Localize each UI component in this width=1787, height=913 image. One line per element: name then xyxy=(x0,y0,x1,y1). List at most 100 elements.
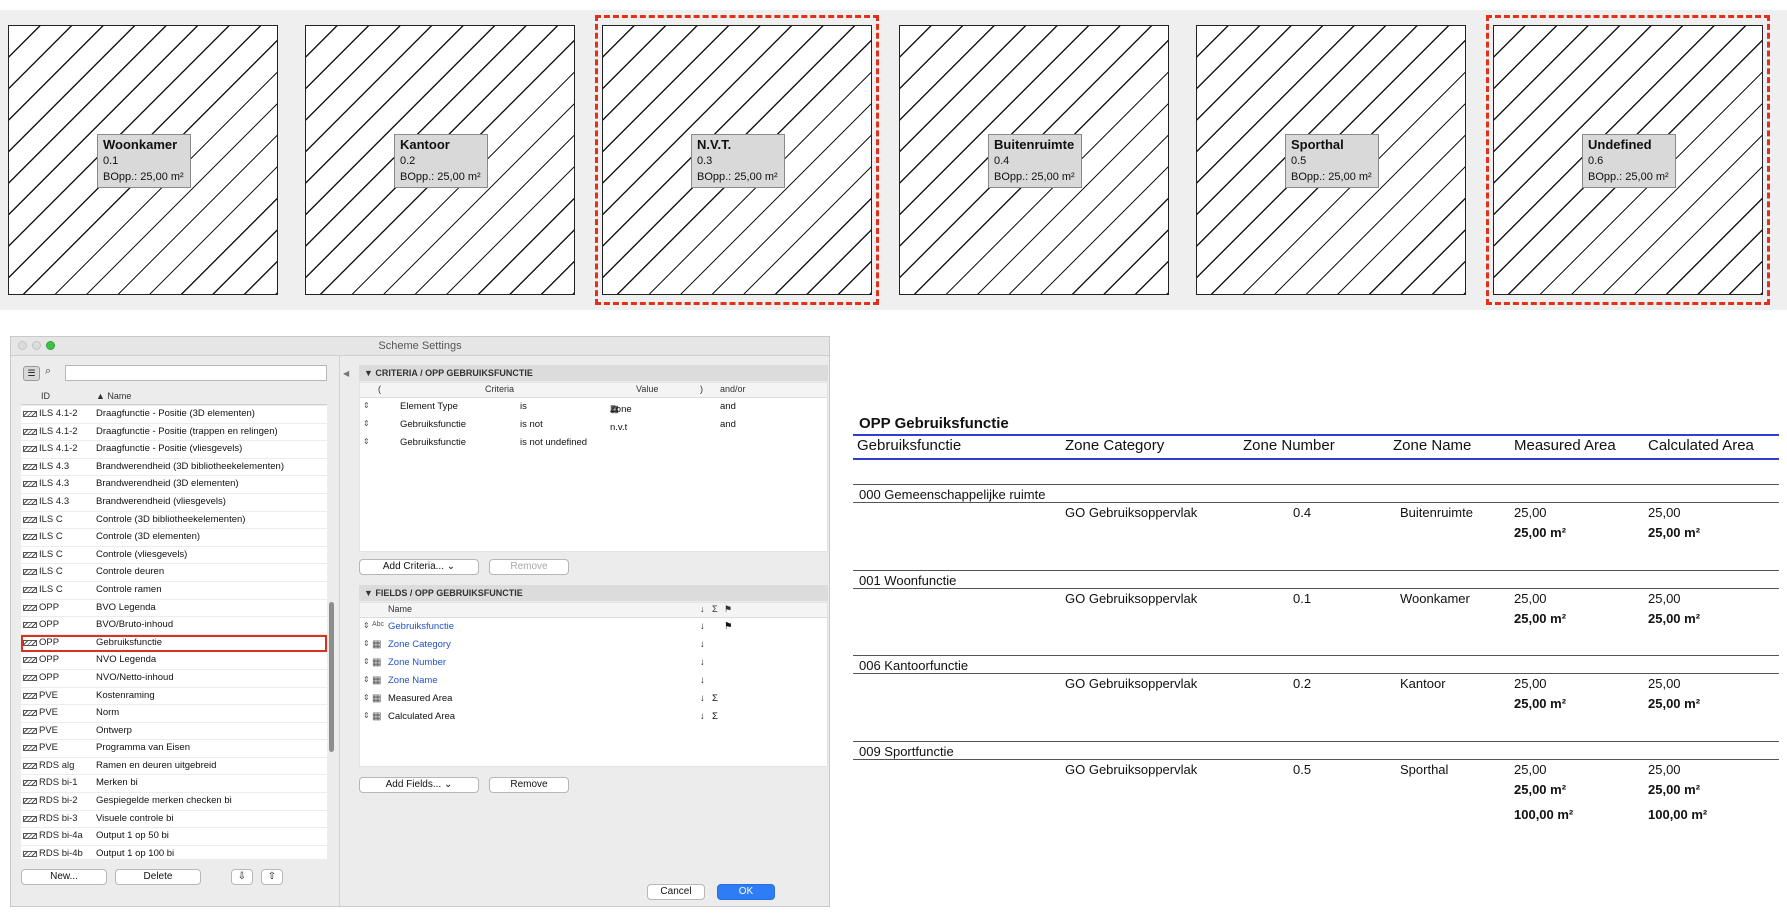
scheme-list-item[interactable]: ILS C Controle (3D elementen) xyxy=(21,529,327,547)
field-name[interactable]: Gebruiksfunctie xyxy=(388,621,454,632)
sum-icon[interactable]: Σ xyxy=(712,711,718,722)
zone-stamp[interactable]: Undefined 0.6 BOpp.: 25,00 m² xyxy=(1582,134,1676,188)
scheme-list-item[interactable]: RDS bi-2 Gespiegelde merken checken bi xyxy=(21,793,327,811)
scheme-list-item[interactable]: PVE Kostenraming xyxy=(21,688,327,706)
scheme-list-item[interactable]: ILS 4.1-2 Draagfunctie - Positie (3D elem… xyxy=(21,406,327,424)
sort-icon[interactable]: ↓ xyxy=(700,675,705,686)
flag-icon[interactable]: ⚑ xyxy=(724,621,733,632)
field-name[interactable]: Zone Category xyxy=(388,639,451,650)
cancel-button[interactable]: Cancel xyxy=(647,884,705,900)
zone-stamp[interactable]: Sporthal 0.5 BOpp.: 25,00 m² xyxy=(1285,134,1379,188)
measured-subtotal-cell: 25,00 m² xyxy=(1514,696,1567,711)
field-name[interactable]: Calculated Area xyxy=(388,711,455,722)
column-header-id[interactable]: ID xyxy=(41,391,50,401)
zone-2[interactable]: Kantoor 0.2 BOpp.: 25,00 m² xyxy=(305,25,575,295)
scheme-list-item[interactable]: RDS alg Ramen en deuren uitgebreid xyxy=(21,758,327,776)
criteria-andor[interactable]: and xyxy=(720,401,736,412)
add-criteria-button[interactable]: Add Criteria... ⌄ xyxy=(359,559,479,575)
column-header-name[interactable]: ▲ Name xyxy=(96,391,131,401)
reorder-handle-icon[interactable]: ⇕ xyxy=(363,693,370,702)
field-row[interactable]: ⇕ ▦ Zone Name ↓ xyxy=(360,672,827,690)
scheme-list-item[interactable]: ILS C Controle (vliesgevels) xyxy=(21,547,327,565)
reorder-handle-icon[interactable]: ⇕ xyxy=(363,401,370,410)
sort-icon[interactable]: ↓ xyxy=(700,657,705,668)
export-scheme-button[interactable]: ⇧ xyxy=(261,869,283,885)
field-row[interactable]: ⇕ ▦ Calculated Area ↓ Σ xyxy=(360,708,827,726)
list-view-icon[interactable]: ☰ xyxy=(23,366,40,381)
scheme-list-item[interactable]: OPP NVO Legenda xyxy=(21,652,327,670)
scheme-list-item[interactable]: PVE Norm xyxy=(21,705,327,723)
criteria-field[interactable]: Gebruiksfunctie xyxy=(400,419,466,430)
criteria-row[interactable]: ⇕ Gebruiksfunctie is not undefined xyxy=(360,434,827,452)
schedule-report: OPP Gebruiksfunctie Gebruiksfunctie Zone … xyxy=(853,415,1779,835)
sort-icon[interactable]: ↓ xyxy=(700,639,705,650)
sort-icon[interactable]: ↓ xyxy=(700,621,705,632)
reorder-handle-icon[interactable]: ⇕ xyxy=(363,711,370,720)
ok-button[interactable]: OK xyxy=(717,884,775,900)
scheme-list-item[interactable]: PVE Programma van Eisen xyxy=(21,740,327,758)
scheme-list-item[interactable]: RDS bi-4b Output 1 op 100 bi xyxy=(21,846,327,859)
scheme-list-item[interactable]: OPP BVO Legenda xyxy=(21,600,327,618)
delete-scheme-button[interactable]: Delete xyxy=(115,869,201,885)
zone-stamp[interactable]: Buitenruimte 0.4 BOpp.: 25,00 m² xyxy=(988,134,1082,188)
zone-3[interactable]: N.V.T. 0.3 BOpp.: 25,00 m² xyxy=(602,25,872,295)
scheme-list-item[interactable]: OPP NVO/Netto-inhoud xyxy=(21,670,327,688)
scheme-list-item[interactable]: ILS 4.3 Brandwerendheid (vliesgevels) xyxy=(21,494,327,512)
reorder-handle-icon[interactable]: ⇕ xyxy=(363,675,370,684)
zone-stamp[interactable]: N.V.T. 0.3 BOpp.: 25,00 m² xyxy=(691,134,785,188)
reorder-handle-icon[interactable]: ⇕ xyxy=(363,621,370,630)
scheme-search-input[interactable] xyxy=(65,365,327,381)
criteria-operator[interactable]: is not xyxy=(520,419,543,430)
scheme-list-item[interactable]: ILS C Controle deuren xyxy=(21,564,327,582)
field-name[interactable]: Measured Area xyxy=(388,693,452,704)
scheme-icon xyxy=(23,569,37,576)
criteria-operator[interactable]: is xyxy=(520,401,527,412)
scheme-list-item[interactable]: ILS C Controle ramen xyxy=(21,582,327,600)
remove-criteria-button[interactable]: Remove xyxy=(489,559,569,575)
criteria-field[interactable]: Gebruiksfunctie xyxy=(400,437,466,448)
new-scheme-button[interactable]: New... xyxy=(21,869,107,885)
field-row[interactable]: ⇕ ▦ Measured Area ↓ Σ xyxy=(360,690,827,708)
remove-fields-button[interactable]: Remove xyxy=(489,777,569,793)
reorder-handle-icon[interactable]: ⇕ xyxy=(363,419,370,428)
scheme-list-item[interactable]: ILS C Controle (3D bibliotheekelementen) xyxy=(21,512,327,530)
scheme-list-item[interactable]: ILS 4.3 Brandwerendheid (3D bibliotheekel… xyxy=(21,459,327,477)
scheme-list-item[interactable]: RDS bi-1 Merken bi xyxy=(21,775,327,794)
criteria-andor[interactable]: and xyxy=(720,419,736,430)
criteria-row[interactable]: ⇕ Element Type is ▦ Zone and xyxy=(360,398,827,416)
scheme-id: PVE xyxy=(39,742,59,754)
scheme-list-item[interactable]: RDS bi-3 Visuele controle bi xyxy=(21,811,327,829)
zone-1[interactable]: Woonkamer 0.1 BOpp.: 25,00 m² xyxy=(8,25,278,295)
scheme-list-item[interactable]: RDS bi-4a Output 1 op 50 bi xyxy=(21,828,327,846)
scheme-list-item[interactable]: OPP Gebruiksfunctie xyxy=(21,634,327,653)
reorder-handle-icon[interactable]: ⇕ xyxy=(363,657,370,666)
scheme-list-item[interactable]: ILS 4.3 Brandwerendheid (3D elementen) xyxy=(21,476,327,494)
reorder-handle-icon[interactable]: ⇕ xyxy=(363,639,370,648)
field-name[interactable]: Zone Number xyxy=(388,657,446,668)
zone-stamp[interactable]: Woonkamer 0.1 BOpp.: 25,00 m² xyxy=(97,134,191,188)
field-row[interactable]: ⇕ Abc Gebruiksfunctie ↓ ⚑ xyxy=(360,618,827,636)
field-name[interactable]: Zone Name xyxy=(388,675,438,686)
zone-6[interactable]: Undefined 0.6 BOpp.: 25,00 m² xyxy=(1493,25,1763,295)
sum-icon[interactable]: Σ xyxy=(712,693,718,704)
criteria-row[interactable]: ⇕ Gebruiksfunctie is not n.v.t and xyxy=(360,416,827,434)
scheme-list-item[interactable]: PVE Ontwerp xyxy=(21,723,327,741)
sort-icon[interactable]: ↓ xyxy=(700,711,705,722)
fields-section-header[interactable]: ▼ FIELDS / OPP GEBRUIKSFUNCTIE xyxy=(359,585,828,601)
criteria-operator[interactable]: is not undefined xyxy=(520,437,587,448)
field-row[interactable]: ⇕ ▦ Zone Category ↓ xyxy=(360,636,827,654)
zone-4[interactable]: Buitenruimte 0.4 BOpp.: 25,00 m² xyxy=(899,25,1169,295)
zone-stamp[interactable]: Kantoor 0.2 BOpp.: 25,00 m² xyxy=(394,134,488,188)
scheme-list-item[interactable]: ILS 4.1-2 Draagfunctie - Positie (trappen… xyxy=(21,424,327,442)
zone-5[interactable]: Sporthal 0.5 BOpp.: 25,00 m² xyxy=(1196,25,1466,295)
reorder-handle-icon[interactable]: ⇕ xyxy=(363,437,370,446)
scheme-list-scrollbar[interactable] xyxy=(329,602,334,752)
criteria-section-header[interactable]: ▼ CRITERIA / OPP GEBRUIKSFUNCTIE xyxy=(359,365,828,381)
sort-icon[interactable]: ↓ xyxy=(700,693,705,704)
add-fields-button[interactable]: Add Fields... ⌄ xyxy=(359,777,479,793)
field-row[interactable]: ⇕ ▦ Zone Number ↓ xyxy=(360,654,827,672)
scheme-list-item[interactable]: OPP BVO/Bruto-inhoud xyxy=(21,617,327,635)
import-scheme-button[interactable]: ⇩ xyxy=(231,869,253,885)
criteria-field[interactable]: Element Type xyxy=(400,401,458,412)
scheme-list-item[interactable]: ILS 4.1-2 Draagfunctie - Positie (vliesge… xyxy=(21,441,327,459)
